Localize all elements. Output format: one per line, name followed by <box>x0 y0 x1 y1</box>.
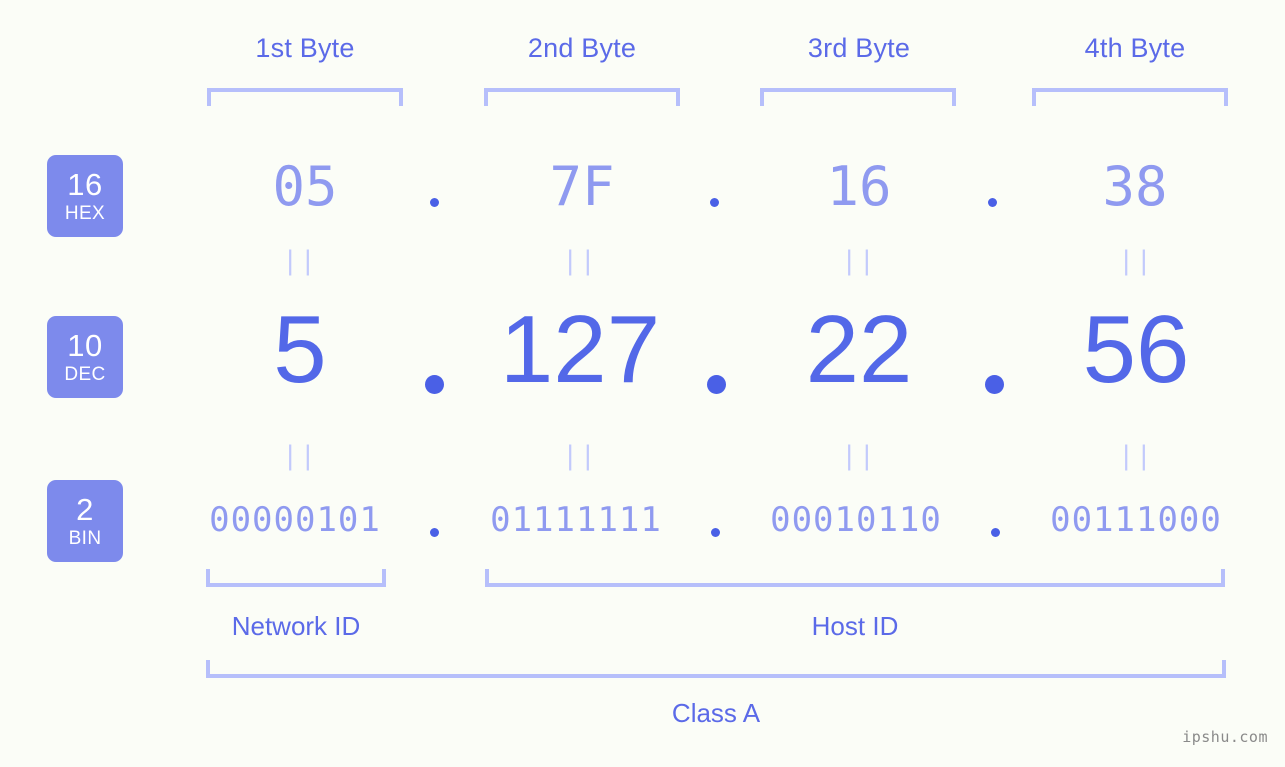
hex-octet-1: 05 <box>272 155 338 218</box>
byte-header-2: 2nd Byte <box>527 33 637 63</box>
equality-mark-hex-dec-3: || <box>841 246 877 276</box>
bin-separator-3-icon <box>991 528 1000 537</box>
byte-header-1: 1st Byte <box>255 33 355 63</box>
byte-bracket-1-icon <box>207 88 403 106</box>
class-bracket-icon <box>206 660 1226 678</box>
row-badge-hex: 16 HEX <box>47 155 123 237</box>
equality-mark-dec-bin-3: || <box>841 441 877 471</box>
row-badge-bin-base: 2 <box>76 492 94 527</box>
hex-octet-2: 7F <box>549 155 615 218</box>
hex-octet-4: 38 <box>1102 155 1168 218</box>
hex-octet-3: 16 <box>826 155 892 218</box>
row-badge-hex-system: HEX <box>64 203 106 224</box>
byte-bracket-4-icon <box>1032 88 1228 106</box>
row-badge-dec: 10 DEC <box>47 316 123 398</box>
byte-header-4: 4th Byte <box>1084 33 1186 63</box>
bin-octet-3: 00010110 <box>770 500 942 540</box>
hex-separator-3-icon <box>988 198 997 207</box>
bin-separator-1-icon <box>430 528 439 537</box>
class-label: Class A <box>671 698 761 728</box>
dec-separator-2-icon <box>707 375 726 394</box>
row-badge-dec-base: 10 <box>67 328 103 363</box>
equality-mark-hex-dec-4: || <box>1118 246 1154 276</box>
ip-address-breakdown-diagram: 1st Byte 2nd Byte 3rd Byte 4th Byte 16 H… <box>0 0 1285 767</box>
equality-mark-dec-bin-4: || <box>1118 441 1154 471</box>
byte-bracket-2-icon <box>484 88 680 106</box>
network-id-label: Network ID <box>231 611 361 641</box>
network-id-bracket-icon <box>206 569 386 587</box>
bin-octet-4: 00111000 <box>1050 500 1222 540</box>
equality-mark-hex-dec-2: || <box>562 246 598 276</box>
dec-separator-1-icon <box>425 375 444 394</box>
host-id-label: Host ID <box>811 611 899 641</box>
bin-separator-2-icon <box>711 528 720 537</box>
row-badge-bin: 2 BIN <box>47 480 123 562</box>
byte-bracket-3-icon <box>760 88 956 106</box>
bin-octet-2: 01111111 <box>490 500 662 540</box>
host-id-bracket-icon <box>485 569 1225 587</box>
row-badge-bin-system: BIN <box>68 528 102 549</box>
dec-octet-3: 22 <box>805 296 913 403</box>
row-badge-dec-system: DEC <box>64 364 106 385</box>
dec-octet-2: 127 <box>499 296 661 403</box>
row-badge-hex-base: 16 <box>67 167 103 202</box>
equality-mark-hex-dec-1: || <box>282 246 318 276</box>
hex-separator-1-icon <box>430 198 439 207</box>
hex-separator-2-icon <box>710 198 719 207</box>
bin-octet-1: 00000101 <box>209 500 381 540</box>
equality-mark-dec-bin-1: || <box>282 441 318 471</box>
equality-mark-dec-bin-2: || <box>562 441 598 471</box>
dec-octet-4: 56 <box>1082 296 1190 403</box>
dec-octet-1: 5 <box>273 296 327 403</box>
site-watermark: ipshu.com <box>1182 728 1268 746</box>
byte-header-3: 3rd Byte <box>807 33 911 63</box>
dec-separator-3-icon <box>985 375 1004 394</box>
